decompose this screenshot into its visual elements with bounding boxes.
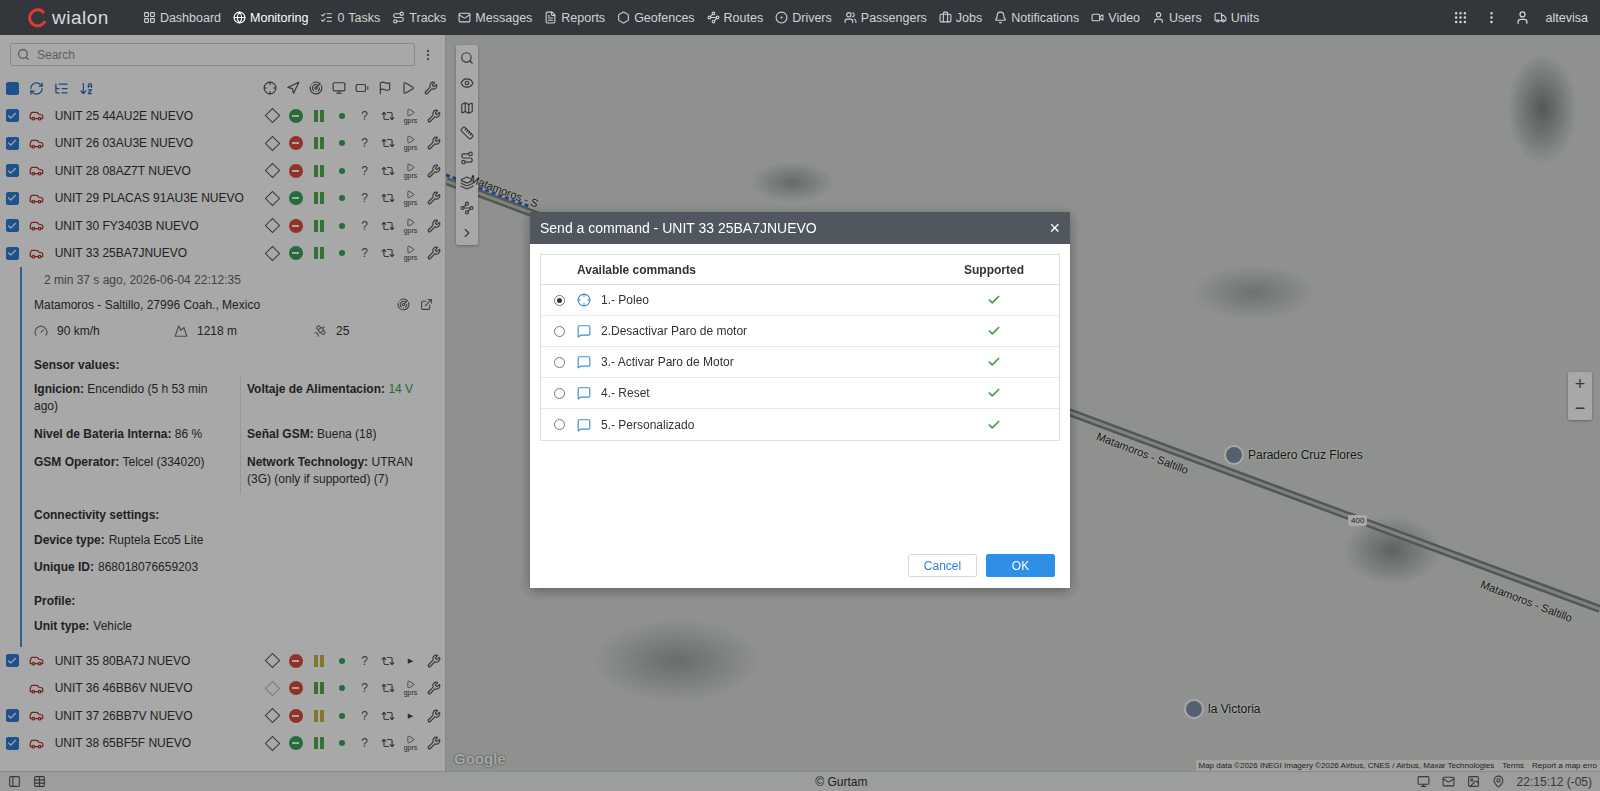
nav-item[interactable]: Dashboard bbox=[143, 11, 221, 25]
logo-icon bbox=[28, 8, 48, 28]
poll-icon bbox=[577, 293, 591, 307]
more-icon[interactable] bbox=[1484, 10, 1499, 25]
nav-item[interactable]: Units bbox=[1214, 11, 1259, 25]
ok-button[interactable]: OK bbox=[986, 554, 1055, 577]
message-icon bbox=[577, 418, 591, 432]
nav-item[interactable]: Tracks bbox=[392, 11, 446, 25]
nav-icon bbox=[233, 11, 246, 24]
nav-item[interactable]: Users bbox=[1152, 11, 1202, 25]
nav-icon bbox=[775, 11, 788, 24]
command-radio[interactable] bbox=[554, 326, 565, 337]
close-button[interactable]: × bbox=[1049, 218, 1060, 239]
top-bar: wialon Dashboard Monitoring 0Tasks Tracks Mes… bbox=[0, 0, 1600, 35]
table-header: Available commandsSupported bbox=[541, 255, 1059, 285]
nav-icon bbox=[844, 11, 857, 24]
command-row[interactable]: 5.- Personalizado bbox=[541, 409, 1059, 440]
message-icon bbox=[577, 324, 591, 338]
command-dialog: Send a command - UNIT 33 25BA7JNUEVO× Ava… bbox=[530, 212, 1070, 588]
supported-check-icon bbox=[987, 355, 1001, 369]
command-radio[interactable] bbox=[554, 357, 565, 368]
supported-check-icon bbox=[987, 324, 1001, 338]
nav-icon bbox=[1152, 11, 1165, 24]
message-icon bbox=[577, 355, 591, 369]
supported-check-icon bbox=[987, 418, 1001, 432]
nav-icon bbox=[143, 11, 156, 24]
command-radio[interactable] bbox=[554, 295, 565, 306]
nav-item[interactable]: Monitoring bbox=[233, 11, 308, 25]
app: wialon Dashboard Monitoring 0Tasks Tracks Mes… bbox=[0, 0, 1600, 791]
nav-icon bbox=[544, 11, 557, 24]
command-radio[interactable] bbox=[554, 388, 565, 399]
nav-item[interactable]: Routes bbox=[707, 11, 764, 25]
command-row[interactable]: 1.- Poleo bbox=[541, 285, 1059, 316]
nav-icon bbox=[458, 11, 471, 24]
nav-item[interactable]: Reports bbox=[544, 11, 605, 25]
nav-item[interactable]: Drivers bbox=[775, 11, 832, 25]
nav-icon bbox=[1091, 11, 1104, 24]
nav-icon bbox=[1214, 11, 1227, 24]
cancel-button[interactable]: Cancel bbox=[908, 554, 977, 577]
command-radio[interactable] bbox=[554, 419, 565, 430]
nav-icon bbox=[392, 11, 405, 24]
nav-item[interactable]: Video bbox=[1091, 11, 1140, 25]
supported-check-icon bbox=[987, 293, 1001, 307]
dialog-header: Send a command - UNIT 33 25BA7JNUEVO× bbox=[530, 212, 1070, 244]
modal-overlay: Send a command - UNIT 33 25BA7JNUEVO× Ava… bbox=[0, 35, 1600, 791]
apps-icon[interactable] bbox=[1453, 10, 1468, 25]
command-row[interactable]: 4.- Reset bbox=[541, 378, 1059, 409]
nav-item[interactable]: Notifications bbox=[994, 11, 1079, 25]
message-icon bbox=[577, 386, 591, 400]
nav-item[interactable]: Passengers bbox=[844, 11, 927, 25]
nav-icon bbox=[994, 11, 1007, 24]
nav-item[interactable]: 0Tasks bbox=[320, 11, 380, 25]
nav-icon bbox=[939, 11, 952, 24]
command-row[interactable]: 3.- Activar Paro de Motor bbox=[541, 347, 1059, 378]
command-row[interactable]: 2.Desactivar Paro de motor bbox=[541, 316, 1059, 347]
nav-item[interactable]: Messages bbox=[458, 11, 532, 25]
nav-item[interactable]: Jobs bbox=[939, 11, 982, 25]
supported-check-icon bbox=[987, 386, 1001, 400]
nav-icon bbox=[617, 11, 630, 24]
nav-item[interactable]: Geofences bbox=[617, 11, 694, 25]
logo[interactable]: wialon bbox=[28, 7, 109, 29]
nav-icon bbox=[320, 11, 333, 24]
commands-table: Available commandsSupported1.- Poleo2.De… bbox=[540, 254, 1060, 441]
user-name[interactable]: altevisa bbox=[1546, 11, 1588, 25]
main-nav: Dashboard Monitoring 0Tasks Tracks Messages R… bbox=[143, 11, 1453, 25]
nav-icon bbox=[707, 11, 720, 24]
nav-badge: 0 bbox=[337, 11, 344, 25]
user-icon[interactable] bbox=[1515, 10, 1530, 25]
